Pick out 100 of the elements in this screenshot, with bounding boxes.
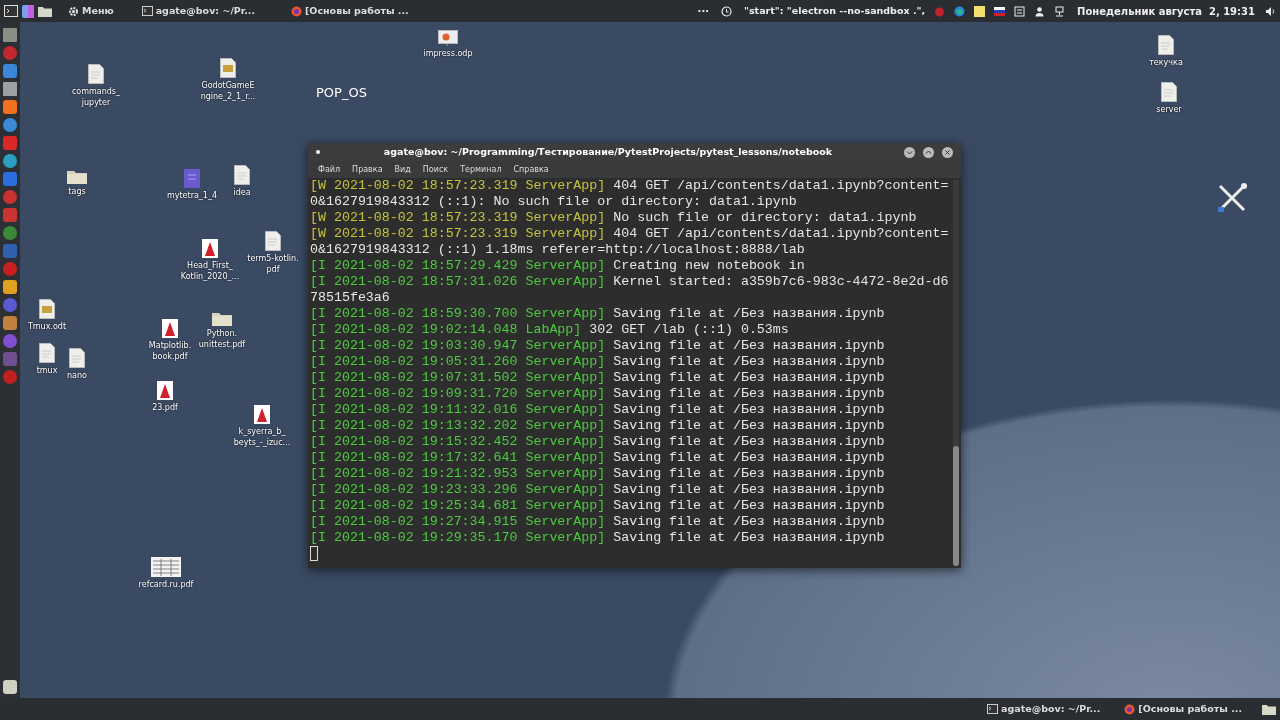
file-label[interactable]: refcard.ru.pdf — [138, 579, 194, 590]
scrollbar[interactable] — [953, 180, 959, 566]
document-icon — [69, 348, 85, 368]
app-icon[interactable] — [3, 190, 17, 204]
browser-icon — [291, 5, 302, 17]
clock-text[interactable]: Понедельник августа 2, 19:31 — [1077, 3, 1255, 19]
app-icon[interactable] — [3, 334, 17, 348]
tray-icon[interactable] — [954, 5, 966, 17]
folder-icon[interactable] — [38, 5, 52, 17]
scrollbar-thumb[interactable] — [953, 446, 959, 566]
log-line: [I 2021-08-02 19:09:31.720 ServerApp] Saving file at /Без названия.ipynb — [310, 386, 886, 402]
log-line: [I 2021-08-02 19:07:31.502 ServerApp] Saving file at /Без названия.ipynb — [310, 370, 886, 386]
app-icon[interactable] — [22, 4, 34, 18]
file-label[interactable]: текучка — [1149, 57, 1183, 68]
file-label[interactable]: impress.odp — [423, 48, 473, 59]
log-line: [I 2021-08-02 19:05:31.260 ServerApp] Saving file at /Без названия.ipynb — [310, 354, 886, 370]
file-label[interactable]: server — [1156, 104, 1182, 115]
flag-icon[interactable] — [994, 5, 1006, 17]
file-label[interactable]: term5-kotlin. pdf — [247, 253, 299, 275]
window-title: agate@bov: ~/Programming/Тестирование/PytestProjects/pytest_lessons/notebook — [382, 144, 834, 159]
menu-item[interactable]: Вид — [388, 163, 417, 176]
desktop-label: POP_OS — [316, 84, 367, 102]
image-document-icon — [220, 58, 236, 78]
file-label[interactable]: Head_First_ Kotlin_2020_... — [180, 260, 240, 282]
file-label[interactable]: idea — [233, 187, 251, 198]
menu-item[interactable]: Правка — [346, 163, 389, 176]
log-line: [I 2021-08-02 19:03:30.947 ServerApp] Saving file at /Без названия.ipynb — [310, 338, 886, 354]
folder-icon — [67, 169, 87, 184]
file-label[interactable]: mytetra_1_4 — [166, 190, 218, 201]
speaker-icon[interactable] — [1265, 5, 1276, 17]
file-label[interactable]: tmux — [36, 365, 58, 376]
terminal-icon[interactable] — [4, 5, 18, 17]
document-icon — [39, 343, 55, 363]
document-icon — [88, 64, 104, 84]
file-label[interactable]: Python. unittest.pdf — [198, 328, 246, 350]
file-label[interactable]: Tmux.odt — [27, 321, 67, 332]
app-icon[interactable] — [3, 226, 17, 240]
file-label[interactable]: GodotGameE ngine_2_1_r... — [200, 80, 256, 102]
app-icon[interactable] — [3, 298, 17, 312]
log-line: [I 2021-08-02 19:29:35.170 ServerApp] Saving file at /Без названия.ipynb — [310, 530, 886, 546]
log-line: [I 2021-08-02 19:21:32.953 ServerApp] Saving file at /Без названия.ipynb — [310, 466, 886, 482]
image-document-icon — [39, 299, 55, 319]
pdf-icon — [254, 405, 270, 424]
notebook-icon — [184, 169, 200, 188]
menu-item[interactable]: Терминал — [454, 163, 508, 176]
document-icon — [1161, 82, 1177, 102]
maximize-button[interactable] — [923, 146, 934, 158]
pdf-icon — [157, 381, 173, 400]
log-line: [I 2021-08-02 18:59:30.700 ServerApp] Saving file at /Без названия.ipynb — [310, 306, 886, 322]
document-icon — [234, 165, 250, 185]
spreadsheet-icon — [151, 557, 181, 577]
document-icon — [1158, 35, 1174, 55]
clock-icon[interactable] — [721, 5, 732, 17]
app-icon[interactable] — [3, 262, 17, 276]
app-icon[interactable] — [3, 46, 17, 60]
log-line: [I 2021-08-02 19:15:32.452 ServerApp] Saving file at /Без названия.ipynb — [310, 434, 886, 450]
text-cursor — [310, 546, 318, 561]
app-icon[interactable] — [3, 118, 17, 132]
window-menu-icon[interactable] — [316, 150, 320, 154]
file-label[interactable]: tags — [68, 186, 86, 197]
file-label[interactable]: commands_ jupyter — [71, 86, 121, 108]
user-icon[interactable] — [1034, 5, 1046, 17]
terminal-icon — [141, 6, 153, 16]
taskbar-button[interactable]: agate@bov: ~/Pr... — [137, 0, 259, 22]
log-line: [W 2021-08-02 18:57:23.319 ServerApp] 404 GET /api/contents/data1.ipynb?content=0&1627919843312 (::1) 1.18ms referer=http://localhost:8888/lab — [310, 226, 950, 258]
log-line: [W 2021-08-02 18:57:23.319 ServerApp] No such file or directory: data1.ipynb — [310, 210, 918, 226]
log-line: [I 2021-08-02 18:57:31.026 ServerApp] Kernel started: a359b7c6-983c-4472-8e2d-d678515fe3a6 — [310, 274, 950, 306]
menu-item[interactable]: Справка — [507, 163, 555, 176]
file-label[interactable]: k_syerra_b_ beyts_-_izuc... — [233, 426, 291, 448]
file-label[interactable]: Matplotlib. book.pdf — [148, 340, 192, 362]
close-button[interactable] — [942, 146, 953, 158]
menu-button[interactable]: Меню — [64, 0, 118, 22]
taskbar-button[interactable]: [Основы работы ... — [287, 0, 413, 22]
app-icon[interactable] — [3, 154, 17, 168]
folder-icon[interactable] — [1262, 703, 1276, 715]
browser-icon — [1124, 703, 1136, 715]
menu-item[interactable]: Файл — [312, 163, 347, 176]
log-line: [I 2021-08-02 19:02:14.048 LabApp] 302 GET /lab (::1) 0.53ms — [310, 322, 790, 338]
pdf-icon — [202, 239, 218, 258]
file-label[interactable]: 23.pdf — [152, 402, 178, 413]
network-icon[interactable] — [1054, 5, 1066, 17]
status-text: "start": "electron --no-sandbox .", — [744, 3, 926, 18]
minimize-button[interactable] — [904, 146, 915, 158]
document-icon — [265, 231, 281, 251]
log-line: [W 2021-08-02 18:57:23.319 ServerApp] 404 GET /api/contents/data1.ipynb?content=0&1627919843312 (::1): No such file or directory: data1.ipynb — [310, 178, 950, 210]
menu-item[interactable]: Поиск — [416, 163, 455, 176]
presentation-icon — [438, 30, 458, 46]
log-line: [I 2021-08-02 19:13:32.202 ServerApp] Saving file at /Без названия.ipynb — [310, 418, 886, 434]
file-label[interactable]: nano — [67, 370, 87, 381]
log-line: [I 2021-08-02 19:11:32.016 ServerApp] Saving file at /Без названия.ipynb — [310, 402, 886, 418]
log-line: [I 2021-08-02 19:27:34.915 ServerApp] Saving file at /Без названия.ipynb — [310, 514, 886, 530]
terminal-icon — [987, 704, 999, 714]
tray-icon[interactable] — [1014, 5, 1026, 17]
overflow-button[interactable]: ··· — [697, 3, 709, 19]
app-icon[interactable] — [3, 370, 17, 384]
folder-icon — [212, 311, 232, 326]
taskbar-button[interactable]: [Основы работы ... — [1120, 698, 1246, 720]
taskbar-button[interactable]: agate@bov: ~/Pr... — [983, 698, 1105, 720]
tools-icon — [1217, 183, 1247, 213]
note-icon[interactable] — [974, 5, 986, 17]
